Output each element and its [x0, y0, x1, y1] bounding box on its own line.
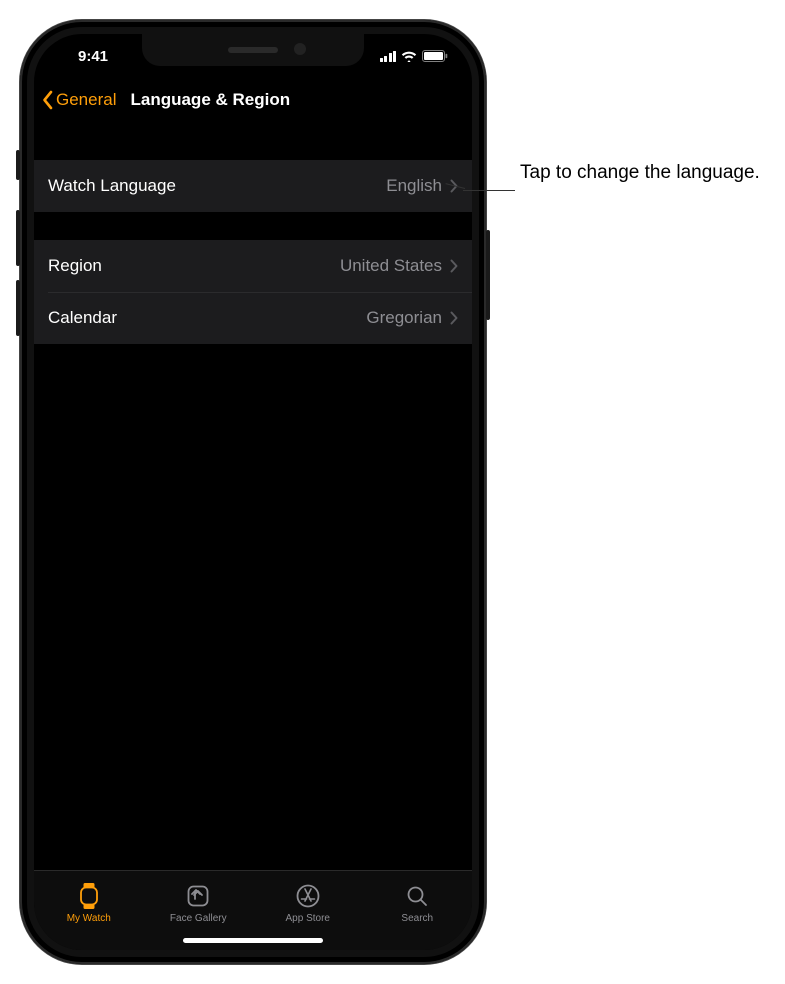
app-store-icon — [295, 882, 321, 910]
chevron-right-icon — [450, 311, 458, 325]
chevron-left-icon — [42, 90, 54, 110]
row-label: Region — [48, 256, 340, 276]
tab-label: My Watch — [67, 913, 111, 924]
region-row[interactable]: Region United States — [34, 240, 472, 292]
side-button — [486, 230, 490, 320]
speaker-grille — [228, 47, 278, 53]
front-camera — [294, 43, 306, 55]
status-time: 9:41 — [58, 48, 128, 65]
callout-leader-line — [463, 190, 515, 191]
callout-text: Tap to change the language. — [520, 160, 760, 186]
tab-search[interactable]: Search — [363, 871, 473, 934]
face-gallery-icon — [185, 882, 211, 910]
tab-face-gallery[interactable]: Face Gallery — [144, 871, 254, 934]
volume-down-button — [16, 280, 20, 336]
battery-icon — [422, 50, 448, 62]
settings-content: Watch Language English Region United Sta… — [34, 122, 472, 870]
back-label: General — [56, 90, 116, 110]
tab-app-store[interactable]: App Store — [253, 871, 363, 934]
row-value: English — [386, 176, 442, 196]
row-value: United States — [340, 256, 442, 276]
tab-label: Face Gallery — [170, 913, 227, 924]
back-button[interactable]: General — [42, 90, 116, 110]
row-label: Calendar — [48, 308, 366, 328]
mute-switch — [16, 150, 20, 180]
search-icon — [404, 882, 430, 910]
chevron-right-icon — [450, 259, 458, 273]
cellular-signal-icon — [380, 51, 397, 62]
screen: 9:41 General La — [34, 34, 472, 950]
watch-language-row[interactable]: Watch Language English — [34, 160, 472, 212]
navigation-bar: General Language & Region — [34, 78, 472, 122]
row-label: Watch Language — [48, 176, 386, 196]
iphone-frame: 9:41 General La — [20, 20, 486, 964]
calendar-row[interactable]: Calendar Gregorian — [34, 292, 472, 344]
page-title: Language & Region — [116, 90, 464, 110]
notch — [142, 34, 364, 66]
home-indicator[interactable] — [183, 938, 323, 943]
wifi-icon — [401, 50, 417, 62]
watch-icon — [78, 882, 100, 910]
tab-label: App Store — [286, 913, 330, 924]
volume-up-button — [16, 210, 20, 266]
tab-my-watch[interactable]: My Watch — [34, 871, 144, 934]
row-value: Gregorian — [366, 308, 442, 328]
tab-label: Search — [401, 913, 433, 924]
